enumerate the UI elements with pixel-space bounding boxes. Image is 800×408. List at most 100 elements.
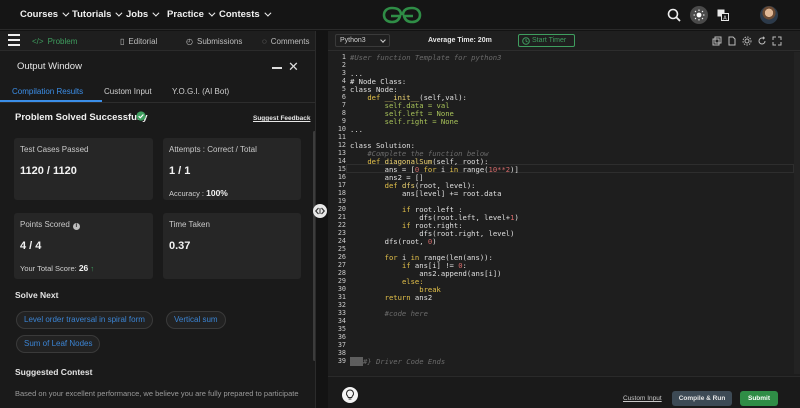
- solve-next-heading: Solve Next: [15, 290, 59, 300]
- code-line: XXX#} Driver Code Ends: [350, 357, 446, 366]
- tab-comments[interactable]: ◌ Comments: [262, 37, 309, 46]
- theme-toggle-button[interactable]: [690, 6, 708, 24]
- minimize-icon[interactable]: [272, 67, 282, 69]
- tab-custom-input[interactable]: Custom Input: [104, 87, 152, 96]
- code-line: dfs(root, 0): [384, 237, 437, 246]
- solve-next-item[interactable]: Sum of Leaf Nodes: [16, 335, 101, 353]
- time-taken-value: 0.37: [169, 240, 191, 252]
- line-number: 31: [337, 293, 346, 301]
- settings-icon[interactable]: [742, 36, 752, 46]
- line-number: 19: [337, 197, 346, 205]
- line-number: 20: [337, 205, 346, 213]
- line-number: 15: [337, 165, 346, 173]
- tab-editorial[interactable]: ▯ Editorial: [120, 37, 157, 46]
- editor-scrollbar[interactable]: [794, 52, 800, 374]
- info-icon[interactable]: i: [72, 223, 80, 230]
- fullscreen-icon[interactable]: [772, 36, 782, 46]
- copy-icon[interactable]: [712, 36, 722, 46]
- suggest-feedback-link[interactable]: Suggest Feedback: [253, 115, 310, 122]
- line-number: 17: [337, 181, 346, 189]
- check-circle-icon: [136, 111, 146, 121]
- submit-button[interactable]: Submit: [740, 391, 778, 406]
- problem-pane: </> Problem ▯ Editorial ◴ Submissions ◌ Comm…: [0, 31, 316, 408]
- line-number: 12: [337, 141, 346, 149]
- editor-pane: Python3 Average Time: 20m Start Timer 1 …: [328, 31, 800, 408]
- average-time: Average Time: 20m: [428, 37, 492, 44]
- tab-yogi-ai-bot[interactable]: Y.O.G.I. (AI Bot): [172, 87, 229, 96]
- chevron-down-icon: [152, 9, 160, 17]
- user-avatar[interactable]: [760, 6, 778, 24]
- search-icon[interactable]: [667, 8, 681, 22]
- suggested-contest-text: Based on your excellent performance, we …: [15, 389, 299, 398]
- time-taken-label: Time Taken: [169, 220, 210, 229]
- line-number: 35: [337, 325, 346, 333]
- translate-icon[interactable]: A: [717, 9, 729, 21]
- line-number: 1: [341, 53, 346, 61]
- output-window-header: Output Window ✕: [0, 53, 315, 79]
- pane-resize-handle[interactable]: [313, 204, 327, 218]
- clock-icon: ◴: [186, 37, 193, 46]
- left-scrollbar[interactable]: [313, 131, 315, 361]
- editor-toolbar: Python3 Average Time: 20m Start Timer: [328, 31, 800, 51]
- custom-input-link[interactable]: Custom Input: [623, 395, 662, 402]
- active-tab-indicator: [0, 100, 102, 102]
- nav-practice[interactable]: Practice: [167, 9, 216, 20]
- tab-submissions[interactable]: ◴ Submissions: [186, 37, 242, 46]
- hint-button[interactable]: [342, 387, 358, 403]
- chevron-down-icon: [115, 9, 123, 17]
- line-number-gutter: 1 2 3 4 5 6 7 8 9 10 11 12 13 14 15 16 1…: [328, 52, 346, 374]
- file-icon[interactable]: [727, 36, 737, 46]
- attempts-value: 1 / 1: [169, 165, 191, 177]
- line-number: 5: [341, 85, 346, 93]
- compile-run-button[interactable]: Compile & Run: [672, 391, 732, 406]
- line-number: 11: [337, 133, 346, 141]
- line-number: 37: [337, 341, 346, 349]
- geeksforgeeks-logo-icon[interactable]: [382, 5, 422, 25]
- line-number: 30: [337, 285, 346, 293]
- line-number: 6: [341, 93, 346, 101]
- nav-jobs[interactable]: Jobs: [126, 9, 160, 20]
- solve-next-item[interactable]: Vertical sum: [166, 311, 226, 329]
- line-number: 38: [337, 349, 346, 357]
- solve-next-item[interactable]: Level order traversal in spiral form: [16, 311, 153, 329]
- line-number: 36: [337, 333, 346, 341]
- points-label: Points Scored i: [20, 220, 80, 230]
- nav-contests[interactable]: Contests: [219, 9, 272, 20]
- line-number: 29: [337, 277, 346, 285]
- line-number: 28: [337, 269, 346, 277]
- resize-arrows-icon: [315, 207, 325, 215]
- line-number: 4: [341, 77, 346, 85]
- start-timer-button[interactable]: Start Timer: [518, 34, 575, 47]
- chevron-down-icon: [380, 37, 386, 43]
- status-message: Problem Solved Successfully: [15, 112, 148, 123]
- line-number: 25: [337, 245, 346, 253]
- language-select[interactable]: Python3: [335, 34, 390, 47]
- timer-icon: [522, 37, 530, 45]
- code-editor[interactable]: 1 2 3 4 5 6 7 8 9 10 11 12 13 14 15 16 1…: [328, 52, 800, 374]
- line-number: 7: [341, 101, 346, 109]
- time-taken-card: Time Taken 0.37: [163, 213, 301, 279]
- nav-courses[interactable]: Courses: [20, 9, 70, 20]
- close-icon[interactable]: ✕: [288, 60, 299, 73]
- total-score: Your Total Score: 26 ↑: [20, 263, 95, 273]
- points-value: 4 / 4: [20, 240, 42, 252]
- code-line: ans[level] += root.data: [401, 189, 502, 198]
- line-number: 33: [337, 309, 346, 317]
- attempts-label: Attempts : Correct / Total: [169, 145, 257, 154]
- arrow-up-icon: ↑: [90, 264, 95, 273]
- line-number: 23: [337, 229, 346, 237]
- test-cases-value: 1120 / 1120: [20, 165, 77, 177]
- nav-tutorials[interactable]: Tutorials: [72, 9, 123, 20]
- tab-problem[interactable]: </> Problem: [32, 37, 77, 46]
- chevron-down-icon: [62, 9, 70, 17]
- line-number: 24: [337, 237, 346, 245]
- test-cases-card: Test Cases Passed 1120 / 1120: [14, 138, 153, 200]
- test-cases-label: Test Cases Passed: [20, 145, 89, 154]
- line-number: 9: [341, 117, 346, 125]
- line-number: 2: [341, 61, 346, 69]
- hamburger-menu-icon[interactable]: [8, 34, 20, 46]
- tab-compilation-results[interactable]: Compilation Results: [12, 87, 83, 96]
- reset-icon[interactable]: [757, 36, 767, 46]
- line-number: 32: [337, 301, 346, 309]
- lightbulb-icon: [346, 389, 354, 400]
